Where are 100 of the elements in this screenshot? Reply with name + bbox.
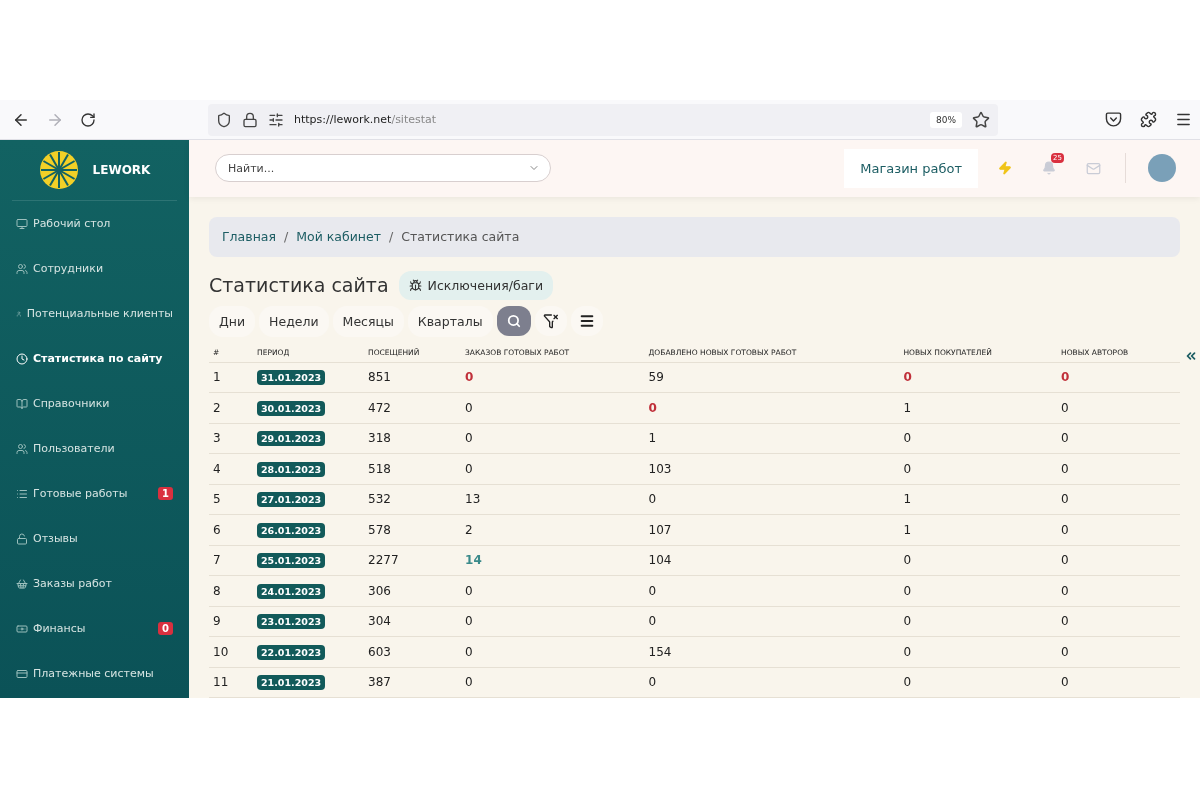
table-cell: 154 (644, 636, 900, 667)
sidebar-item[interactable]: Готовые работы 1 (0, 471, 189, 516)
row-number: 7 (209, 545, 253, 576)
date-pill: 22.01.2023 (257, 644, 326, 660)
sidebar-item[interactable]: Финансы 0 (0, 606, 189, 651)
breadcrumb-separator: / (388, 229, 394, 244)
table-cell: 13 (461, 484, 645, 515)
table-cell: 0 (899, 606, 1057, 637)
row-number: 11 (209, 667, 253, 698)
table-cell: 107 (644, 514, 900, 545)
row-number: 10 (209, 636, 253, 667)
sidebar-item[interactable]: Справочники (0, 381, 189, 426)
row-number: 5 (209, 484, 253, 515)
search-field[interactable]: Найти... (215, 154, 551, 183)
row-number: 4 (209, 453, 253, 484)
table-cell: 0 (644, 392, 900, 423)
bell-icon[interactable] (1042, 161, 1056, 176)
table-cell: 0 (644, 667, 900, 698)
table-cell: 0 (461, 362, 645, 393)
star-icon[interactable] (972, 110, 990, 129)
table-cell: 578 (364, 514, 462, 545)
sidebar-item[interactable]: Рабочий стол (0, 201, 189, 246)
table-cell: 1 (899, 514, 1057, 545)
address-bar[interactable]: https://lework.net/sitestat 80% (208, 103, 998, 136)
table-cell: 0 (1057, 484, 1180, 515)
users-icon (16, 262, 28, 275)
date-pill: 30.01.2023 (257, 400, 326, 416)
avatar[interactable] (1148, 154, 1176, 183)
table-cell: 104 (644, 545, 900, 576)
table-cell: 0 (899, 362, 1057, 393)
shield-icon (216, 111, 232, 128)
puzzle-icon[interactable] (1140, 111, 1157, 128)
table-cell: 59 (644, 362, 900, 393)
breadcrumb-link[interactable]: Главная (222, 229, 276, 244)
date-pill: 23.01.2023 (257, 614, 326, 630)
sliders-icon (268, 111, 284, 128)
period-tab[interactable]: Недели (259, 305, 329, 337)
table-cell: 0 (1057, 575, 1180, 606)
count-badge: 0 (158, 622, 173, 635)
period-tab[interactable]: Кварталы (407, 305, 493, 337)
users-icon (16, 442, 28, 455)
breadcrumb-link[interactable]: Статистика сайта (401, 229, 520, 244)
period-tab[interactable]: Дни (209, 305, 256, 337)
table-cell: 0 (1057, 362, 1180, 393)
table-cell: 0 (644, 575, 900, 606)
table-cell: 1 (899, 392, 1057, 423)
table-cell: 0 (461, 392, 645, 423)
desk-icon (16, 217, 28, 230)
menu-icon[interactable] (1175, 111, 1192, 128)
sidebar-item[interactable]: Заказы работ (0, 561, 189, 606)
sidebar-item[interactable]: Потенциальные клиенты (0, 291, 189, 336)
table-cell: 0 (461, 667, 645, 698)
sidebar-item[interactable]: Сотрудники (0, 246, 189, 291)
sidebar-item[interactable]: Пользователи (0, 426, 189, 471)
table-cell: 0 (461, 453, 645, 484)
shop-link[interactable]: Магазин работ (844, 148, 978, 188)
breadcrumb-link[interactable]: Мой кабинет (296, 229, 381, 244)
date-pill: 21.01.2023 (257, 675, 326, 691)
table-cell: 0 (1057, 392, 1180, 423)
row-number: 2 (209, 392, 253, 423)
table-cell: 532 (364, 484, 462, 515)
basket-icon (16, 577, 28, 590)
clear-filter-button[interactable] (534, 306, 567, 336)
book-icon (16, 397, 28, 410)
sidebar-item[interactable]: Платежные системы (0, 651, 189, 696)
row-number: 9 (209, 606, 253, 637)
table-cell: 0 (461, 423, 645, 454)
clock-icon (16, 352, 28, 365)
row-number: 1 (209, 362, 253, 393)
table-cell: 0 (899, 667, 1057, 698)
bug-icon (408, 278, 422, 292)
date-pill: 27.01.2023 (257, 492, 326, 508)
row-number: 3 (209, 423, 253, 454)
sidebar-item[interactable]: Отзывы (0, 516, 189, 561)
date-pill: 24.01.2023 (257, 583, 326, 599)
table-cell: 2277 (364, 545, 462, 576)
pocket-icon[interactable] (1105, 111, 1122, 128)
table-cell: 103 (644, 453, 900, 484)
row-number: 6 (209, 514, 253, 545)
search-icon (506, 314, 521, 328)
bugs-button[interactable]: Исключения/баги (398, 270, 554, 300)
table-cell: 0 (899, 575, 1057, 606)
sidebar-item[interactable]: Статистика по сайту (0, 336, 189, 381)
table-cell: 0 (644, 606, 900, 637)
table-cell: 0 (899, 636, 1057, 667)
table-cell: 0 (1057, 514, 1180, 545)
lock-icon (242, 111, 258, 128)
zoom-level[interactable]: 80% (930, 111, 962, 128)
table-cell: 0 (461, 636, 645, 667)
search-input[interactable]: Найти... (226, 160, 528, 176)
table-cell: 0 (899, 453, 1057, 484)
table-cell: 306 (364, 575, 462, 606)
brand-name: LEWORK (92, 163, 151, 177)
date-pill: 25.01.2023 (257, 553, 326, 569)
table-cell: 0 (461, 575, 645, 606)
table-cell: 0 (1057, 606, 1180, 637)
period-tab[interactable]: Месяцы (332, 305, 404, 337)
table-cell: 318 (364, 423, 462, 454)
search-button[interactable] (496, 306, 531, 336)
menu-button[interactable] (570, 306, 603, 336)
